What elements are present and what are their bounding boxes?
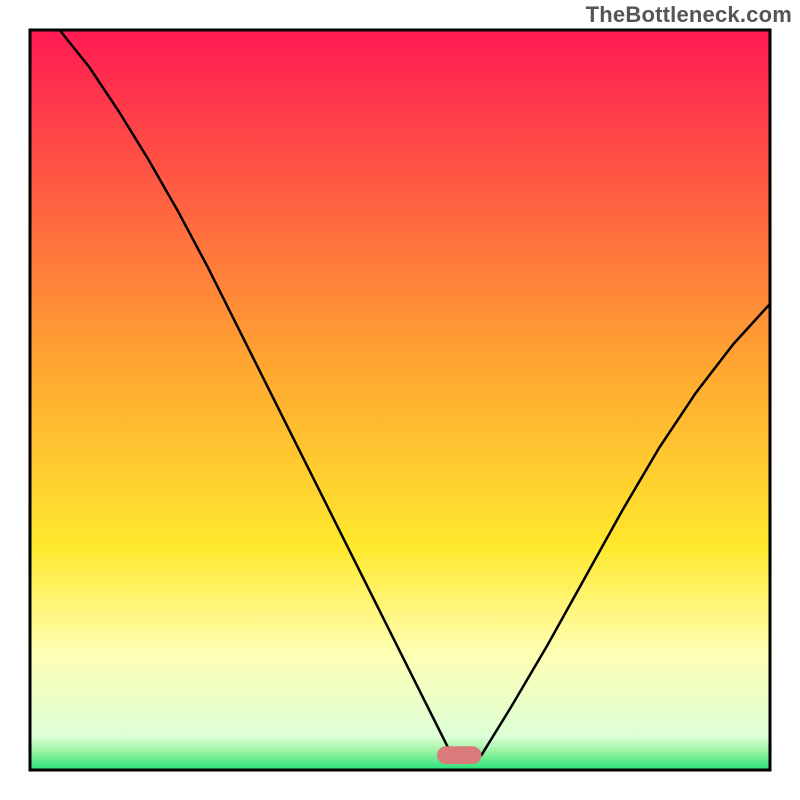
minimum-marker (437, 746, 481, 764)
watermark-text: TheBottleneck.com (586, 2, 792, 28)
chart-container: TheBottleneck.com (0, 0, 800, 800)
chart-svg (0, 0, 800, 800)
plot-area (30, 30, 770, 770)
